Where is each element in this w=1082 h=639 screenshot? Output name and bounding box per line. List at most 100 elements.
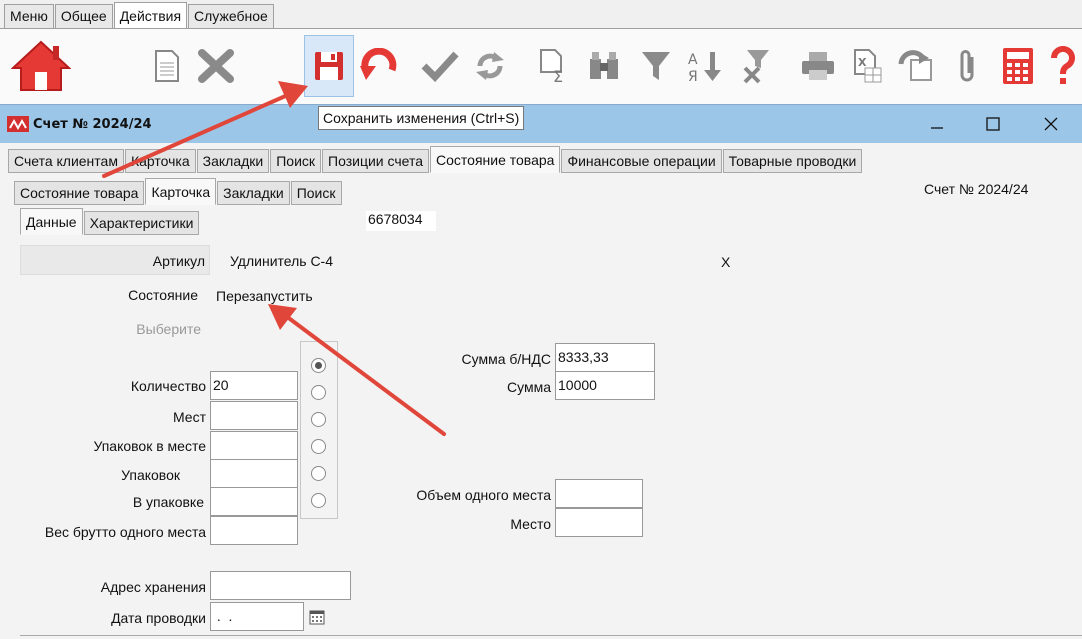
- tab-bookmarks[interactable]: Закладки: [196, 149, 270, 173]
- help-icon: [1050, 46, 1075, 84]
- clear-filter-icon: [743, 50, 769, 84]
- in-pack-field[interactable]: [210, 487, 298, 516]
- refresh-icon: [476, 52, 504, 80]
- maximize-icon: [986, 117, 1000, 131]
- svg-text:X: X: [858, 56, 867, 69]
- packs-in-place-field[interactable]: [210, 431, 298, 460]
- home-button[interactable]: [10, 35, 72, 97]
- menu-tab-menu[interactable]: Меню: [4, 4, 54, 28]
- place-field[interactable]: [555, 508, 643, 537]
- tab-search[interactable]: Поиск: [270, 149, 322, 173]
- sort-button[interactable]: АЯ: [682, 35, 726, 97]
- tab-financial-operations[interactable]: Финансовые операции: [561, 149, 722, 173]
- sort-az-icon: АЯ: [688, 52, 721, 84]
- sum-button[interactable]: Σ: [532, 35, 576, 97]
- state-label: Состояние: [128, 287, 198, 303]
- places-label: Мест: [172, 409, 206, 425]
- tab-card[interactable]: Карточка: [124, 149, 196, 173]
- minimize-button[interactable]: [926, 113, 948, 135]
- export-button[interactable]: [894, 35, 938, 97]
- filter-icon: [642, 52, 670, 80]
- subtab-card[interactable]: Карточка: [145, 178, 217, 205]
- tab-goods-state[interactable]: Состояние товара: [430, 146, 561, 173]
- radio-in-pack[interactable]: [311, 466, 326, 481]
- attach-icon: [960, 50, 974, 82]
- window-titlebar: Счет № 2024/24: [0, 105, 1082, 143]
- state-value[interactable]: Перезапустить: [216, 288, 313, 304]
- calculator-button[interactable]: [996, 35, 1040, 97]
- sum-novat-field[interactable]: 8333,33: [555, 343, 655, 372]
- in-pack-label: В упаковке: [132, 494, 204, 510]
- storage-address-label: Адрес хранения: [100, 579, 206, 595]
- packs-label: Упаковок: [121, 467, 180, 483]
- sum-label: Сумма: [507, 379, 551, 395]
- storage-address-field[interactable]: [210, 571, 351, 600]
- packs-in-place-label: Упаковок в месте: [93, 438, 206, 454]
- filter-button[interactable]: [634, 35, 678, 97]
- article-value: Удлинитель С-4: [230, 253, 333, 269]
- menu-tabs: Меню Общее Действия Служебное: [4, 2, 275, 28]
- attach-button[interactable]: [946, 35, 990, 97]
- radio-quantity[interactable]: [311, 358, 326, 373]
- export-icon: [898, 50, 932, 81]
- check-icon: [421, 51, 459, 82]
- article-clear-button[interactable]: X: [721, 254, 730, 270]
- refresh-button[interactable]: [468, 35, 512, 97]
- binoculars-icon: [590, 52, 618, 79]
- subtab-goods-state[interactable]: Состояние товара: [14, 181, 145, 205]
- delete-button[interactable]: [194, 35, 238, 97]
- undo-button[interactable]: [356, 35, 400, 97]
- radio-places[interactable]: [311, 385, 326, 400]
- home-icon: [11, 40, 71, 91]
- tab-characteristics[interactable]: Характеристики: [83, 211, 200, 235]
- calendar-icon[interactable]: [309, 609, 325, 625]
- form-bottom-divider: [20, 635, 1082, 636]
- menu-tab-actions[interactable]: Действия: [113, 2, 188, 28]
- quantity-label: Количество: [130, 378, 206, 394]
- print-icon: [802, 52, 834, 80]
- radio-gross[interactable]: [311, 493, 326, 508]
- menu-tab-general[interactable]: Общее: [54, 4, 113, 28]
- save-button[interactable]: [304, 35, 354, 97]
- help-button[interactable]: [1046, 35, 1080, 97]
- places-field[interactable]: [210, 401, 298, 430]
- code-field: 6678034: [366, 211, 436, 231]
- radio-packs-in-place[interactable]: [311, 412, 326, 427]
- tab-goods-postings[interactable]: Товарные проводки: [722, 149, 863, 173]
- clear-filter-button[interactable]: [734, 35, 778, 97]
- tab-client-invoices[interactable]: Счета клиентам: [8, 149, 124, 173]
- gross-weight-label: Вес брутто одного места: [44, 524, 206, 540]
- volume-field[interactable]: [555, 479, 643, 508]
- save-icon: [315, 52, 343, 80]
- confirm-button[interactable]: [418, 35, 462, 97]
- tab-invoice-items[interactable]: Позиции счета: [322, 149, 430, 173]
- maximize-button[interactable]: [982, 113, 1004, 135]
- delete-icon: [198, 49, 234, 83]
- posting-date-field[interactable]: . .: [210, 602, 304, 631]
- save-tooltip: Сохранить изменения (Ctrl+S): [318, 106, 525, 130]
- svg-text:Σ: Σ: [553, 67, 563, 84]
- main-tabs: Счета клиентам Карточка Закладки Поиск П…: [8, 146, 863, 173]
- radio-packs[interactable]: [311, 439, 326, 454]
- search-button[interactable]: [582, 35, 626, 97]
- subtab-bookmarks[interactable]: Закладки: [217, 181, 290, 205]
- sum-field[interactable]: 10000: [555, 371, 655, 400]
- gross-weight-field[interactable]: [210, 516, 298, 545]
- article-label: Артикул: [152, 253, 205, 269]
- sum-novat-label: Сумма б/НДС: [461, 351, 552, 367]
- place-label: Место: [510, 516, 551, 532]
- excel-button[interactable]: X: [846, 35, 890, 97]
- print-button[interactable]: [796, 35, 840, 97]
- new-document-icon: [155, 50, 179, 82]
- invoice-window: Счет № 2024/24 Счета клиентам Карточка З…: [0, 104, 1082, 639]
- tab-data[interactable]: Данные: [20, 208, 83, 235]
- close-button[interactable]: [1040, 113, 1062, 135]
- svg-text:А: А: [688, 52, 698, 68]
- quantity-field[interactable]: 20: [210, 371, 298, 400]
- new-button[interactable]: [145, 35, 189, 97]
- sum-icon: Σ: [540, 49, 563, 84]
- sub-tabs: Состояние товара Карточка Закладки Поиск: [14, 178, 343, 205]
- subtab-search[interactable]: Поиск: [290, 181, 342, 205]
- menu-tab-service[interactable]: Служебное: [188, 4, 274, 28]
- packs-field[interactable]: [210, 459, 298, 488]
